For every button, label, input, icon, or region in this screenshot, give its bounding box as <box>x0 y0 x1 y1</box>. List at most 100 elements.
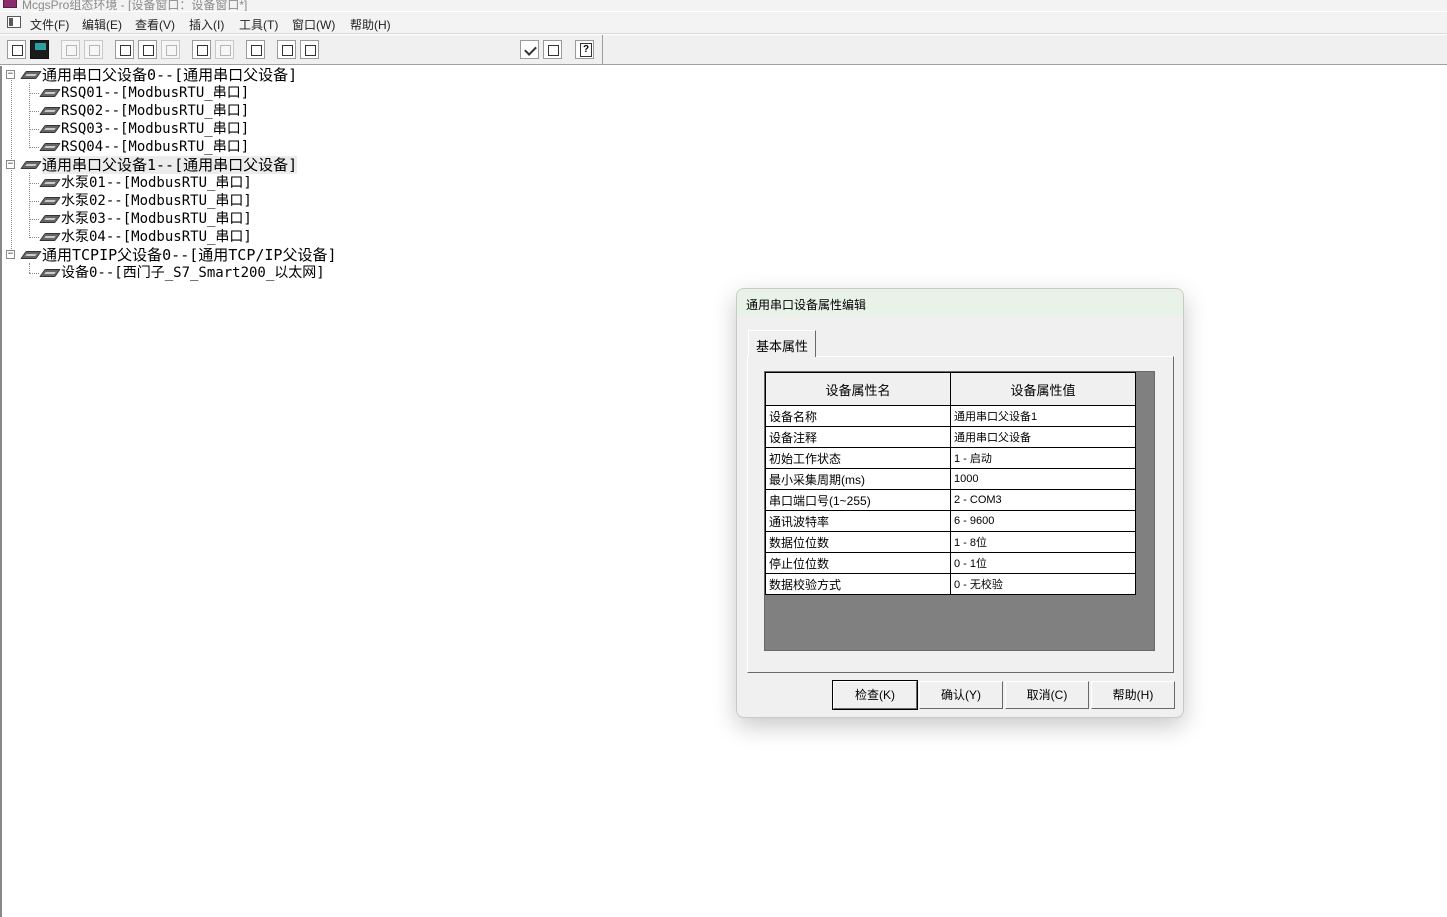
tree-child[interactable]: RSQ03--[ModbusRTU_串口] <box>0 120 260 138</box>
print-preview-icon[interactable] <box>84 40 103 59</box>
property-name: 通讯波特率 <box>765 510 951 532</box>
tree-child[interactable]: RSQ04--[ModbusRTU_串口] <box>0 138 260 156</box>
tree-child-label: RSQ02--[ModbusRTU_串口] <box>61 103 250 119</box>
table-row[interactable]: 串口端口号(1~255) 2 - COM3 <box>765 489 1136 511</box>
table-row[interactable]: 设备名称 通用串口父设备1 <box>765 405 1136 427</box>
table-row[interactable]: 初始工作状态 1 - 启动 <box>765 447 1136 469</box>
table-row[interactable]: 数据校验方式 0 - 无校验 <box>765 573 1136 595</box>
device-icon <box>39 197 61 205</box>
cancel-button[interactable]: 取消(C) <box>1005 681 1089 709</box>
menu-file[interactable]: 文件(F) <box>30 16 69 33</box>
tree-child[interactable]: 水泵04--[ModbusRTU_串口] <box>0 228 260 246</box>
tree-child[interactable]: 水泵03--[ModbusRTU_串口] <box>0 210 260 228</box>
device-icon <box>39 107 61 115</box>
column-header-name[interactable]: 设备属性名 <box>765 372 951 406</box>
help-icon[interactable] <box>575 40 594 59</box>
table-row[interactable]: 数据位位数 1 - 8位 <box>765 531 1136 553</box>
menu-edit[interactable]: 编辑(E) <box>82 16 122 33</box>
property-value[interactable]: 6 - 9600 <box>950 510 1136 532</box>
menu-view[interactable]: 查看(V) <box>135 16 175 33</box>
tree-child-label: 水泵01--[ModbusRTU_串口] <box>61 175 252 191</box>
tree-child-label: 设备0--[西门子_S7_Smart200_以太网] <box>61 265 325 281</box>
check-button[interactable]: 检查(K) <box>832 680 918 710</box>
column-header-value[interactable]: 设备属性值 <box>950 372 1136 406</box>
device-icon <box>39 89 61 97</box>
menu-tools[interactable]: 工具(T) <box>239 16 278 33</box>
device-icon <box>39 233 61 241</box>
tree-parent-label: 通用TCPIP父设备0--[通用TCP/IP父设备] <box>42 246 337 264</box>
property-name: 数据位位数 <box>765 531 951 553</box>
tree-parent-label: 通用串口父设备1--[通用串口父设备] <box>42 156 298 174</box>
confirm-button[interactable]: 确认(Y) <box>919 681 1003 709</box>
paste-icon[interactable] <box>161 40 180 59</box>
property-value[interactable]: 通用串口父设备 <box>950 426 1136 448</box>
table-row[interactable]: 停止位位数 0 - 1位 <box>765 552 1136 574</box>
tree-child[interactable]: RSQ02--[ModbusRTU_串口] <box>0 102 260 120</box>
collapse-icon[interactable]: − <box>6 250 15 259</box>
collapse-icon[interactable]: − <box>6 70 15 79</box>
collapse-icon[interactable]: − <box>6 160 15 169</box>
copy-icon[interactable] <box>138 40 157 59</box>
property-name: 初始工作状态 <box>765 447 951 469</box>
window-title: McgsPro组态环境 - [设备窗口：设备窗口*] <box>22 0 248 11</box>
menu-bar: 文件(F) 编辑(E) 查看(V) 插入(I) 工具(T) 窗口(W) 帮助(H… <box>0 12 1447 34</box>
tools-icon[interactable] <box>246 40 265 59</box>
device-icon <box>39 269 61 277</box>
property-value[interactable]: 1 - 8位 <box>950 531 1136 553</box>
app-logo-icon <box>3 0 17 8</box>
title-bar: McgsPro组态环境 - [设备窗口：设备窗口*] <box>0 0 1447 11</box>
device-expand-icon[interactable] <box>277 40 296 59</box>
property-value[interactable]: 0 - 1位 <box>950 552 1136 574</box>
device-icon <box>39 143 61 151</box>
print-icon[interactable] <box>61 40 80 59</box>
document-icon[interactable] <box>7 16 21 28</box>
toolbar <box>0 35 1447 65</box>
property-value[interactable]: 2 - COM3 <box>950 489 1136 511</box>
device-icon <box>20 71 42 79</box>
tree-child[interactable]: 水泵02--[ModbusRTU_串口] <box>0 192 260 210</box>
tree-child-label: 水泵02--[ModbusRTU_串口] <box>61 193 252 209</box>
tree-parent-serial-1[interactable]: − 通用串口父设备1--[通用串口父设备] <box>0 156 320 174</box>
menu-window[interactable]: 窗口(W) <box>292 16 335 33</box>
device-collapse-icon[interactable] <box>300 40 319 59</box>
check-icon[interactable] <box>520 40 539 59</box>
tree-parent-label: 通用串口父设备0--[通用串口父设备] <box>42 66 298 84</box>
device-icon <box>20 161 42 169</box>
cut-icon[interactable] <box>115 40 134 59</box>
tree-parent-tcpip-0[interactable]: − 通用TCPIP父设备0--[通用TCP/IP父设备] <box>0 246 340 264</box>
properties-icon[interactable] <box>543 40 562 59</box>
property-name: 停止位位数 <box>765 552 951 574</box>
redo-icon[interactable] <box>215 40 234 59</box>
device-icon <box>39 179 61 187</box>
property-name: 设备名称 <box>765 405 951 427</box>
menu-help[interactable]: 帮助(H) <box>350 16 391 33</box>
property-value[interactable]: 1000 <box>950 468 1136 490</box>
property-value[interactable]: 通用串口父设备1 <box>950 405 1136 427</box>
device-icon <box>39 215 61 223</box>
menu-insert[interactable]: 插入(I) <box>189 16 224 33</box>
tree-child[interactable]: RSQ01--[ModbusRTU_串口] <box>0 84 260 102</box>
table-row[interactable]: 设备注释 通用串口父设备 <box>765 426 1136 448</box>
device-icon <box>20 251 42 259</box>
property-value[interactable]: 1 - 启动 <box>950 447 1136 469</box>
help-button[interactable]: 帮助(H) <box>1091 681 1175 709</box>
property-value[interactable]: 0 - 无校验 <box>950 573 1136 595</box>
property-dialog: 通用串口设备属性编辑 基本属性 设备属性名 设备属性值 设备名称 通用串口父设备1… <box>736 288 1184 718</box>
toolbar-separator <box>602 35 603 65</box>
tree-child[interactable]: 水泵01--[ModbusRTU_串口] <box>0 174 260 192</box>
tree-child-label: RSQ01--[ModbusRTU_串口] <box>61 85 250 101</box>
tree-child[interactable]: 设备0--[西门子_S7_Smart200_以太网] <box>0 264 340 282</box>
table-row[interactable]: 最小采集周期(ms) 1000 <box>765 468 1136 490</box>
tab-basic-properties[interactable]: 基本属性 <box>748 330 816 357</box>
new-window-icon[interactable] <box>7 40 26 59</box>
dialog-title: 通用串口设备属性编辑 <box>746 298 867 312</box>
dialog-title-bar[interactable]: 通用串口设备属性编辑 <box>737 289 1183 317</box>
device-tree: − 通用串口父设备0--[通用串口父设备] RSQ01--[ModbusRTU_… <box>0 66 700 306</box>
table-row[interactable]: 通讯波特率 6 - 9600 <box>765 510 1136 532</box>
save-icon[interactable] <box>30 40 49 59</box>
undo-icon[interactable] <box>192 40 211 59</box>
tree-parent-serial-0[interactable]: − 通用串口父设备0--[通用串口父设备] <box>0 66 320 84</box>
tree-child-label: 水泵04--[ModbusRTU_串口] <box>61 229 252 245</box>
tree-child-label: 水泵03--[ModbusRTU_串口] <box>61 211 252 227</box>
device-icon <box>39 125 61 133</box>
